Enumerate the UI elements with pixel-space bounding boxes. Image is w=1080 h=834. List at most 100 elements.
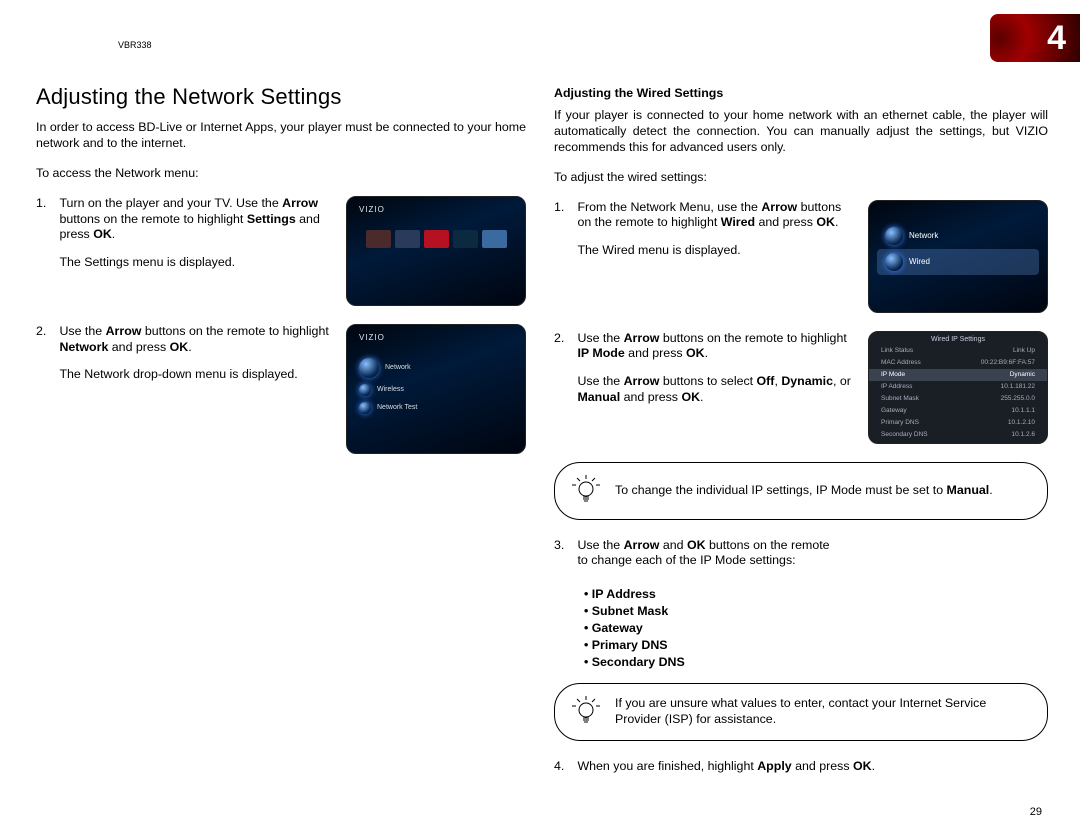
app-row	[347, 230, 525, 248]
tip-text: If you are unsure what values to enter, …	[615, 696, 1031, 728]
step-text: 1. From the Network Menu, use the Arrow …	[554, 200, 856, 260]
setting-value: Dynamic	[1010, 371, 1035, 378]
list-item: Primary DNS	[584, 638, 1048, 652]
screenshot-network-menu: VIZIO Network Wireless Network Test	[346, 324, 526, 454]
setting-key: Primary DNS	[881, 419, 919, 426]
step-text: 2. Use the Arrow buttons on the remote t…	[554, 331, 856, 407]
menu-label: Network	[909, 231, 938, 240]
list-item: Secondary DNS	[584, 655, 1048, 669]
button-bar: ApplyCancelNetwork Test	[869, 443, 1047, 444]
step-note: Use the Arrow buttons to select Off, Dyn…	[577, 374, 855, 406]
sub-heading: Adjusting the Wired Settings	[554, 86, 1048, 100]
app-tile	[366, 230, 391, 248]
step-text: 3. Use the Arrow and OK buttons on the r…	[554, 538, 1048, 570]
setting-key: IP Address	[881, 383, 912, 390]
setting-key: IP Mode	[881, 371, 905, 378]
setting-value: 10.1.2.6	[1012, 431, 1036, 438]
list-item: Gateway	[584, 621, 1048, 635]
step-note: The Settings menu is displayed.	[59, 255, 333, 271]
page-number: 29	[1030, 806, 1042, 818]
settings-row: IP Mode Dynamic	[869, 369, 1047, 381]
sidebar-list: Network Wireless Network Test	[347, 358, 525, 414]
orb-icon	[359, 358, 379, 378]
setting-value: 10.1.2.10	[1008, 419, 1035, 426]
setting-value: 10.1.1.1	[1012, 407, 1036, 414]
intro-text: If your player is connected to your home…	[554, 108, 1048, 156]
menu-label: Network	[385, 364, 411, 371]
model-number: VBR338	[118, 40, 152, 50]
screenshot-wired-menu: Network Wired	[868, 200, 1048, 313]
settings-row: Gateway 10.1.1.1	[869, 405, 1047, 417]
right-column: Adjusting the Wired Settings If your pla…	[554, 86, 1048, 793]
lightbulb-icon	[571, 694, 601, 730]
menu-item: Wired	[877, 249, 1039, 275]
step-text: 4. When you are finished, highlight Appl…	[554, 759, 1048, 775]
app-tile	[482, 230, 507, 248]
setting-key: Subnet Mask	[881, 395, 919, 402]
setting-key: Gateway	[881, 407, 907, 414]
setting-value: Link Up	[1013, 347, 1035, 354]
list-item: IP Address	[584, 587, 1048, 601]
settings-row: Primary DNS 10.1.2.10	[869, 417, 1047, 429]
orb-icon	[885, 253, 903, 271]
right-step-3: 3. Use the Arrow and OK buttons on the r…	[554, 538, 1048, 570]
chapter-number: 4	[1047, 19, 1066, 58]
lightbulb-icon	[571, 473, 601, 509]
orb-icon	[885, 227, 903, 245]
settings-row: Secondary DNS 10.1.2.6	[869, 429, 1047, 441]
left-step-2: 2. Use the Arrow buttons on the remote t…	[36, 324, 526, 454]
step-number: 2.	[36, 324, 56, 340]
menu-item: Network Test	[359, 402, 525, 414]
step-text: 2. Use the Arrow buttons on the remote t…	[36, 324, 334, 384]
step-note: The Network drop-down menu is displayed.	[59, 367, 333, 383]
step-number: 1.	[36, 196, 56, 212]
settings-row: Subnet Mask 255.255.0.0	[869, 393, 1047, 405]
step-number: 3.	[554, 538, 574, 554]
ip-settings-list: IP Address Subnet Mask Gateway Primary DNS S…	[584, 587, 1048, 669]
app-tile	[424, 230, 449, 248]
setting-key: Secondary DNS	[881, 431, 928, 438]
settings-row: MAC Address 00:22:B9:6F:FA:57	[869, 357, 1047, 369]
right-step-1: 1. From the Network Menu, use the Arrow …	[554, 200, 1048, 313]
tip-box-2: If you are unsure what values to enter, …	[554, 683, 1048, 741]
step-number: 2.	[554, 331, 574, 347]
settings-rows: Link Status Link Up MAC Address 00:22:B9:6F…	[869, 345, 1047, 441]
app-tile	[395, 230, 420, 248]
access-line: To access the Network menu:	[36, 166, 526, 182]
intro-text: In order to access BD-Live or Internet A…	[36, 120, 526, 152]
panel-title: Wired IP Settings	[869, 332, 1047, 345]
setting-value: 00:22:B9:6F:FA:57	[981, 359, 1035, 366]
left-column: In order to access BD-Live or Internet A…	[36, 120, 526, 472]
screenshot-settings-menu: VIZIO	[346, 196, 526, 306]
setting-key: Link Status	[881, 347, 913, 354]
menu-label: Wired	[909, 257, 930, 266]
setting-value: 10.1.181.22	[1001, 383, 1035, 390]
menu-label: Wireless	[377, 386, 404, 393]
step-text: 1. Turn on the player and your TV. Use t…	[36, 196, 334, 272]
right-step-2: 2. Use the Arrow buttons on the remote t…	[554, 331, 1048, 444]
tip-text: To change the individual IP settings, IP…	[615, 483, 993, 499]
brand-label: VIZIO	[347, 197, 525, 214]
chapter-tab: 4	[990, 14, 1080, 62]
setting-key: MAC Address	[881, 359, 921, 366]
screenshot-wired-ip-settings: Wired IP Settings Link Status Link Up MAC …	[868, 331, 1048, 444]
left-step-1: 1. Turn on the player and your TV. Use t…	[36, 196, 526, 306]
menu-item: Network	[359, 358, 525, 378]
app-tile	[453, 230, 478, 248]
menu-item: Network	[877, 223, 1039, 249]
access-line: To adjust the wired settings:	[554, 170, 1048, 186]
page-title: Adjusting the Network Settings	[36, 84, 342, 110]
settings-row: IP Address 10.1.181.22	[869, 381, 1047, 393]
step-note: The Wired menu is displayed.	[577, 243, 855, 259]
tip-box-1: To change the individual IP settings, IP…	[554, 462, 1048, 520]
orb-icon	[359, 384, 371, 396]
menu-label: Network Test	[377, 404, 417, 411]
brand-label: VIZIO	[347, 325, 525, 342]
orb-icon	[359, 402, 371, 414]
setting-value: 255.255.0.0	[1001, 395, 1035, 402]
list-item: Subnet Mask	[584, 604, 1048, 618]
step-number: 1.	[554, 200, 574, 216]
settings-row: Link Status Link Up	[869, 345, 1047, 357]
step-number: 4.	[554, 759, 574, 775]
right-step-4: 4. When you are finished, highlight Appl…	[554, 759, 1048, 775]
